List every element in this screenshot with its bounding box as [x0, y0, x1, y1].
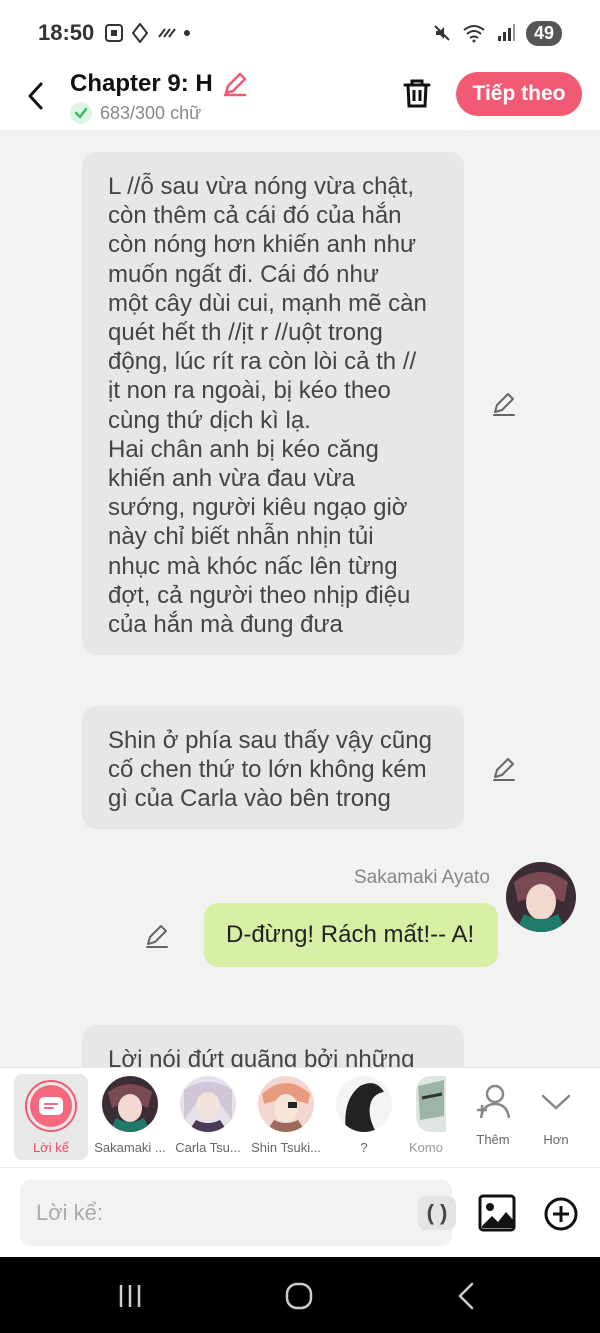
composer: ( ): [0, 1167, 600, 1257]
home-icon[interactable]: [284, 1281, 314, 1311]
more-button[interactable]: Hơn: [517, 1076, 595, 1147]
narration-selector[interactable]: Lời kể: [14, 1074, 88, 1160]
trash-icon[interactable]: [400, 76, 434, 110]
message-icon: [39, 1097, 63, 1115]
edit-icon[interactable]: [490, 390, 518, 418]
parentheses-button[interactable]: ( ): [418, 1196, 456, 1230]
chapter-info: Chapter 9: H 683/300 chữ: [70, 70, 249, 124]
screenshot-icon: [105, 24, 124, 42]
narration-input-box: ( ): [20, 1180, 456, 1246]
word-count: 683/300 chữ: [100, 102, 202, 123]
character-label: Shin Tsuki...: [251, 1140, 321, 1155]
add-circle-icon[interactable]: [543, 1196, 579, 1232]
dot-icon: [184, 30, 191, 36]
character-unknown[interactable]: ?: [325, 1076, 403, 1155]
chevron-left-icon: [28, 82, 43, 110]
recents-icon[interactable]: [115, 1281, 145, 1311]
character-label: Lời kể: [33, 1140, 69, 1155]
more-label: Hơn: [543, 1132, 569, 1147]
status-right: 49: [432, 20, 562, 46]
mute-icon: [434, 25, 450, 41]
notification-icons: [104, 23, 191, 43]
narration-bubble-2[interactable]: Shin ở phía sau thấy vậy cũng cố chen th…: [82, 706, 464, 829]
avatar: [102, 1076, 158, 1132]
character-shin[interactable]: Shin Tsuki...: [247, 1076, 325, 1155]
character-label: ?: [360, 1140, 368, 1155]
narration-bubble-1[interactable]: L //ỗ sau vừa nóng vừa chật, còn thêm cả…: [82, 152, 464, 655]
narration-input[interactable]: [36, 1196, 396, 1230]
avatar: [180, 1076, 236, 1132]
character-bubble[interactable]: D-đừng! Rách mất!-- A!: [204, 903, 498, 967]
signal-icon: [497, 24, 515, 41]
back-button[interactable]: [18, 78, 54, 114]
next-button[interactable]: Tiếp theo: [456, 72, 582, 116]
lines-icon: [158, 28, 177, 38]
diamond-icon: [132, 23, 149, 43]
back-nav-icon[interactable]: [452, 1281, 482, 1311]
status-left: 18:50: [38, 20, 191, 46]
add-user-icon: [477, 1084, 511, 1119]
editor-header: Chapter 9: H 683/300 chữ Tiếp theo: [0, 66, 600, 130]
status-time: 18:50: [38, 20, 95, 45]
avatar[interactable]: [506, 862, 576, 932]
character-label: Komo: [409, 1140, 443, 1155]
edit-icon[interactable]: [490, 755, 518, 783]
sender-name: Sakamaki Ayato: [354, 867, 490, 888]
edit-icon[interactable]: [143, 922, 171, 950]
character-sakamaki[interactable]: Sakamaki ...: [91, 1076, 169, 1155]
character-komo[interactable]: Komo: [404, 1076, 448, 1155]
system-nav-bar: [0, 1257, 600, 1333]
character-label: Carla Tsu...: [175, 1140, 241, 1155]
image-icon[interactable]: [478, 1194, 516, 1232]
character-label: Sakamaki ...: [94, 1140, 166, 1155]
status-bar: 18:50 49: [0, 0, 600, 66]
chapter-title: Chapter 9: H: [70, 70, 213, 97]
character-carla[interactable]: Carla Tsu...: [169, 1076, 247, 1155]
edit-title-icon[interactable]: [221, 70, 249, 98]
character-selector: Lời kể Sakamaki ... Carla Tsu... Shin Ts…: [0, 1067, 600, 1167]
wifi-icon: [463, 25, 485, 43]
avatar: [258, 1076, 314, 1132]
avatar: [416, 1076, 446, 1132]
chevron-down-icon: [541, 1094, 571, 1110]
check-icon: [70, 102, 92, 124]
avatar: [336, 1076, 392, 1132]
battery-indicator: 49: [525, 20, 562, 46]
